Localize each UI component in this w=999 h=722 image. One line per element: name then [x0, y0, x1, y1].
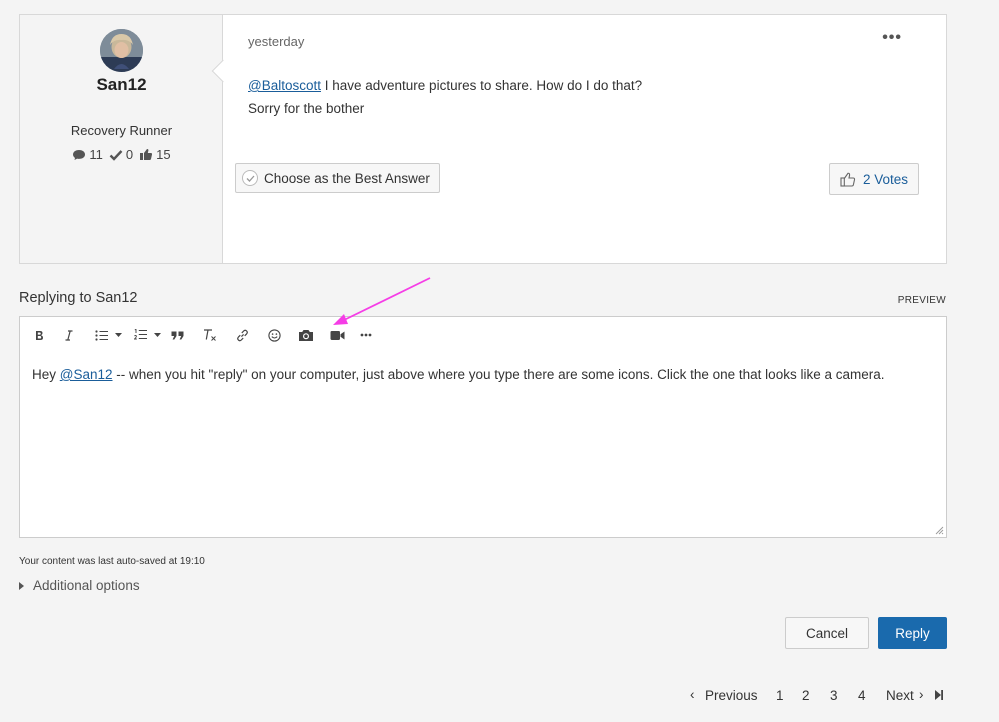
bulleted-list-icon[interactable] — [93, 323, 111, 347]
numbered-list-icon[interactable] — [132, 323, 150, 347]
caret-right-icon — [19, 581, 24, 590]
italic-icon[interactable] — [61, 323, 77, 347]
link-icon[interactable] — [233, 323, 251, 347]
check-circle-icon — [242, 170, 258, 186]
last-page-icon[interactable] — [934, 689, 944, 704]
author-stats: 11 0 15 — [20, 147, 223, 162]
body-suffix: -- when you hit "reply" on your computer… — [112, 367, 885, 382]
page-link-1[interactable]: 1 — [776, 688, 784, 703]
avatar[interactable] — [100, 29, 143, 72]
page-link-4[interactable]: 4 — [858, 688, 866, 703]
video-icon[interactable] — [327, 323, 347, 347]
reply-button[interactable]: Reply — [878, 617, 947, 649]
post-body: yesterday ••• @Baltoscott I have adventu… — [211, 15, 946, 263]
solutions-count: 0 — [125, 147, 134, 162]
numbered-list-dropdown-icon[interactable] — [152, 323, 162, 347]
additional-options-label: Additional options — [33, 578, 140, 593]
kudos-count: 15 — [156, 147, 171, 162]
reply-mention-link[interactable]: @San12 — [60, 367, 113, 382]
votes-label: 2 Votes — [862, 171, 909, 187]
page-link-3-current: 3 — [830, 688, 838, 703]
author-name[interactable]: San12 — [20, 75, 223, 95]
avatar-image — [100, 29, 143, 72]
bulleted-list-dropdown-icon[interactable] — [113, 323, 123, 347]
best-answer-button[interactable]: Choose as the Best Answer — [235, 163, 440, 193]
editor-content[interactable]: Hey @San12 -- when you hit "reply" on yo… — [32, 367, 884, 382]
post-message: @Baltoscott I have adventure pictures to… — [248, 74, 642, 120]
body-prefix: Hey — [32, 367, 60, 382]
camera-icon[interactable] — [296, 323, 316, 347]
next-page-link[interactable]: Next — [886, 688, 914, 703]
solutions-check-icon — [109, 149, 123, 161]
preview-link[interactable]: PREVIEW — [898, 295, 946, 306]
previous-page-link[interactable]: Previous — [705, 688, 758, 703]
next-chevron-icon[interactable]: › — [919, 687, 924, 702]
page-link-2[interactable]: 2 — [802, 688, 810, 703]
author-rank: Recovery Runner — [70, 123, 173, 138]
additional-options-toggle[interactable]: Additional options — [19, 578, 140, 593]
kudos-thumbs-up-icon — [140, 148, 153, 160]
post-line-1: I have adventure pictures to share. How … — [320, 78, 643, 93]
clear-format-icon[interactable] — [201, 323, 219, 347]
previous-chevron-icon[interactable]: ‹ — [690, 687, 695, 702]
more-icon[interactable] — [357, 323, 375, 347]
votes-button[interactable]: 2 Votes — [829, 163, 919, 195]
emoji-icon[interactable] — [265, 323, 283, 347]
resize-handle-icon[interactable] — [934, 525, 944, 535]
autosave-status: Your content was last auto-saved at 19:1… — [19, 556, 205, 567]
author-panel: San12 Recovery Runner 11 0 15 — [20, 15, 223, 263]
reply-editor[interactable]: Hey @San12 -- when you hit "reply" on yo… — [19, 316, 947, 538]
messages-icon — [73, 149, 86, 160]
post-card: San12 Recovery Runner 11 0 15 yesterday … — [19, 14, 947, 264]
messages-count: 11 — [89, 147, 103, 162]
post-options-menu-icon[interactable]: ••• — [882, 29, 902, 47]
thumbs-up-icon — [840, 172, 856, 187]
cancel-button[interactable]: Cancel — [785, 617, 869, 649]
best-answer-label: Choose as the Best Answer — [264, 170, 430, 186]
editor-toolbar — [20, 317, 946, 353]
mention-link[interactable]: @Baltoscott — [248, 78, 321, 93]
post-line-2: Sorry for the bother — [248, 101, 365, 116]
bold-icon[interactable] — [31, 323, 47, 347]
blockquote-icon[interactable] — [168, 323, 186, 347]
post-date: yesterday — [248, 34, 305, 49]
reply-heading: Replying to San12 — [19, 290, 138, 306]
